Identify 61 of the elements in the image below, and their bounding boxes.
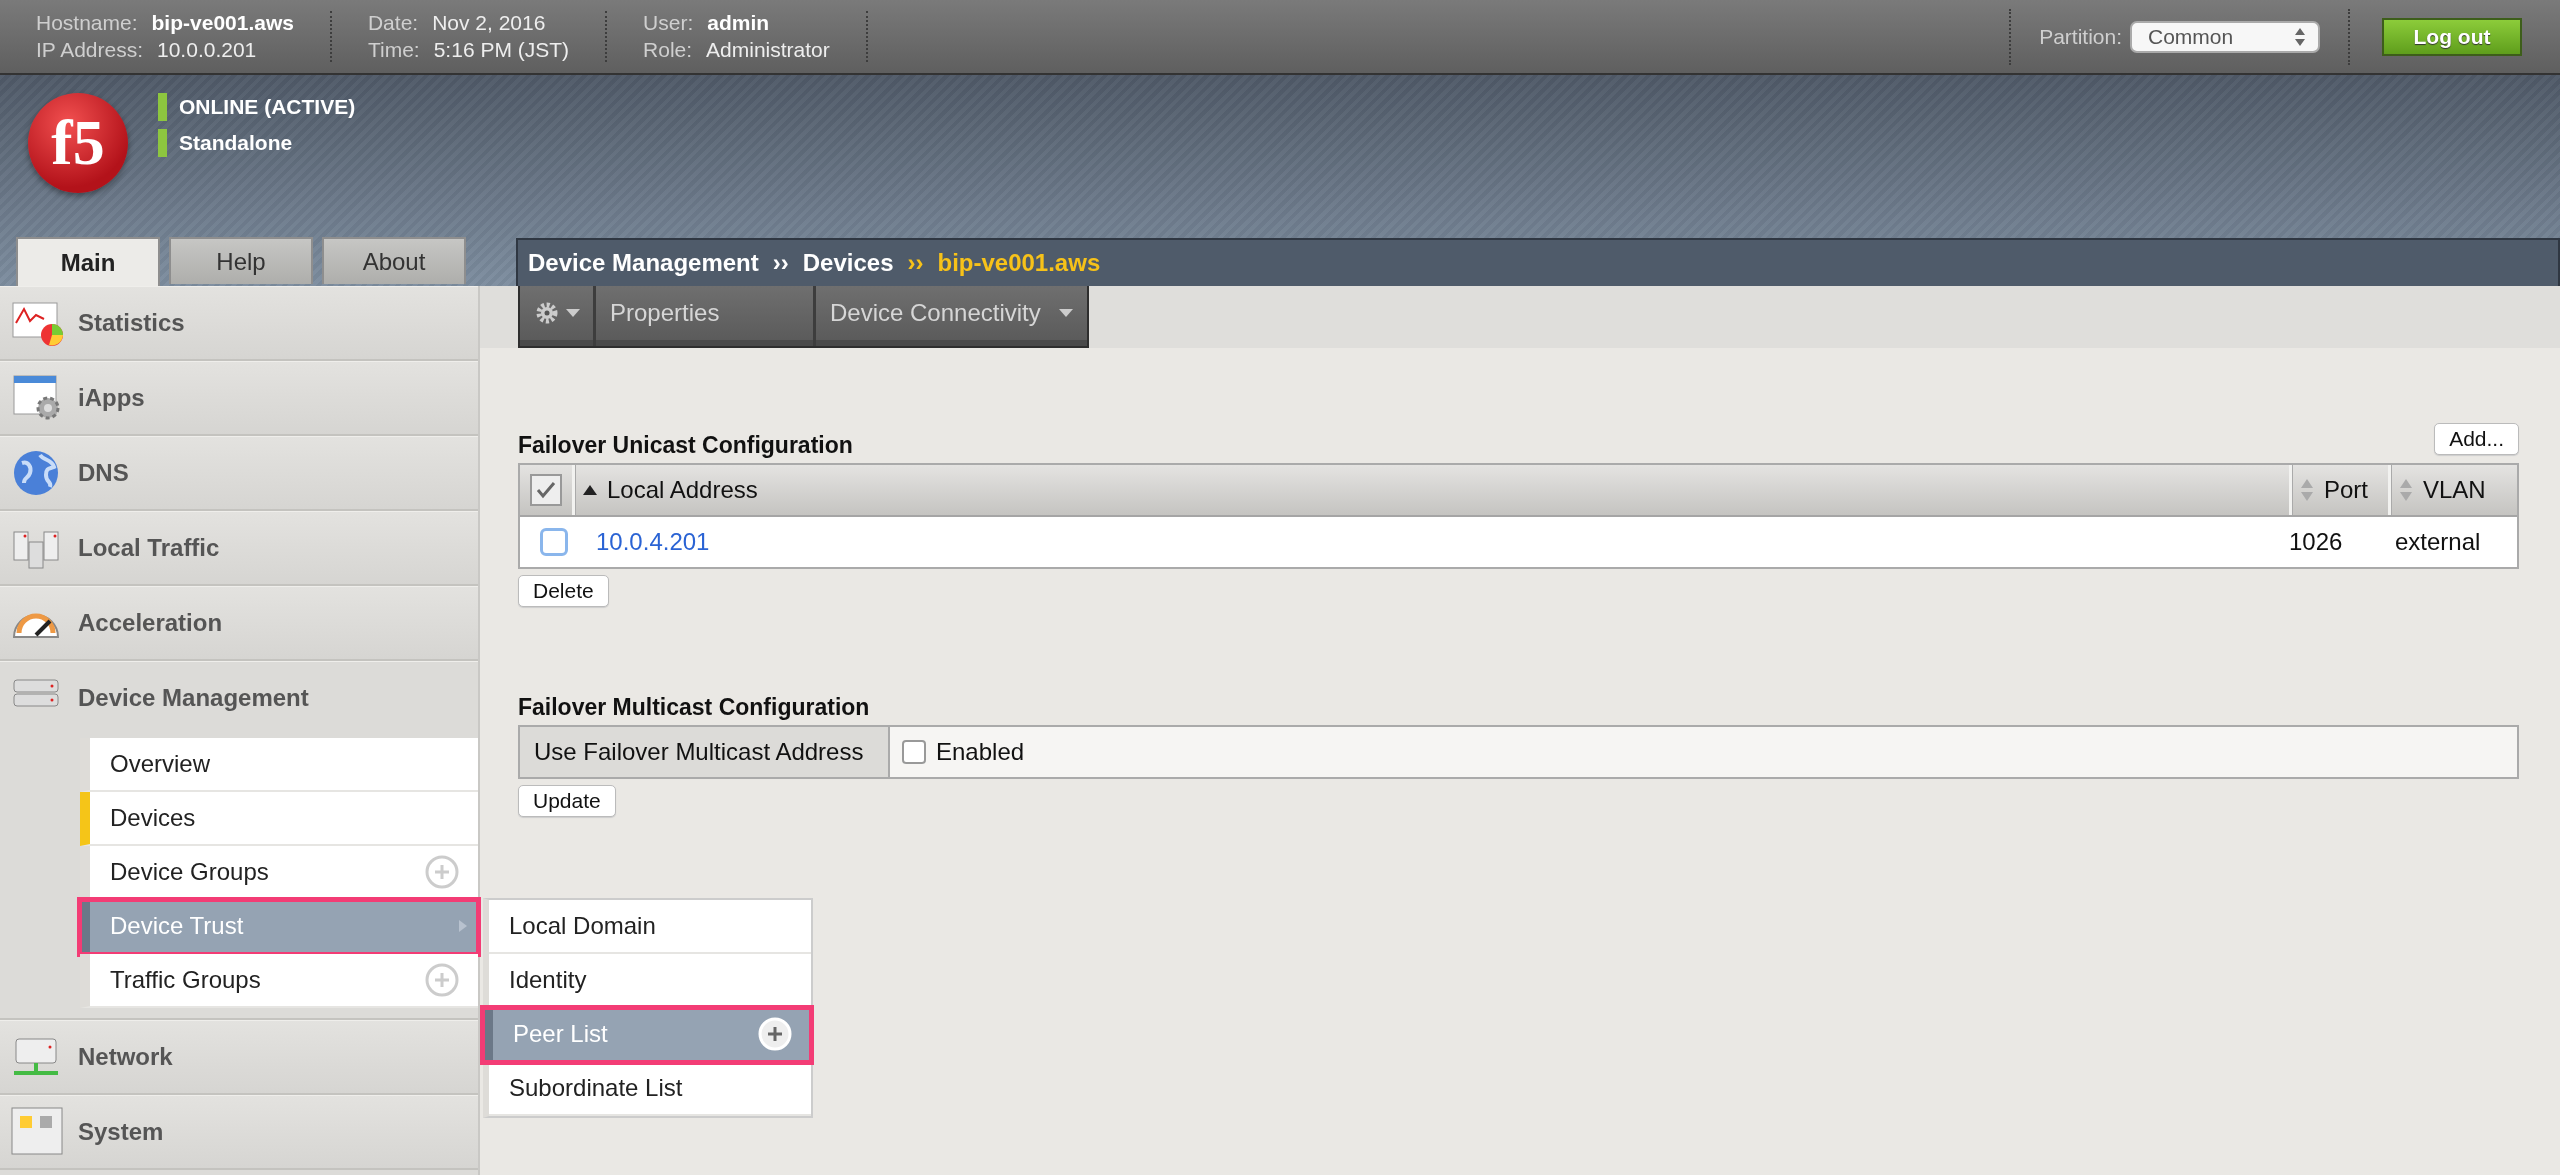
status-text: Standalone [179, 131, 293, 155]
submenu-item[interactable]: Device Groups [80, 846, 478, 900]
info-value: admin [707, 11, 770, 35]
info-label: Hostname: [36, 11, 138, 35]
partition-label: Partition: [2039, 24, 2122, 49]
status-indicator [158, 93, 167, 121]
section-title: Failover Multicast Configuration [518, 694, 870, 721]
table-cell-text: external [2394, 527, 2482, 557]
sidebar-item[interactable]: Local Traffic [0, 511, 478, 586]
section-title: Failover Unicast Configuration [518, 432, 853, 459]
toolbar-tab[interactable]: Properties [596, 286, 813, 346]
module-icon [10, 1106, 66, 1158]
delete-button[interactable]: Delete [518, 575, 609, 607]
info-label: Time: [367, 38, 420, 62]
breadcrumb-item[interactable]: Device Management [528, 249, 759, 277]
info-value: Administrator [706, 38, 830, 62]
sidebar-item[interactable]: DNS [0, 436, 478, 511]
sidebar-item[interactable]: System [0, 1095, 478, 1170]
address-link[interactable]: 10.0.4.201 [596, 528, 710, 556]
settings-menu-button[interactable] [520, 286, 593, 346]
sidebar-item[interactable]: Network [0, 1020, 478, 1095]
select-all-checkbox[interactable] [530, 474, 562, 506]
status-indicator [158, 129, 167, 157]
enabled-checkbox[interactable] [902, 740, 926, 764]
sidebar-item[interactable]: iApps [0, 361, 478, 436]
submenu-item[interactable]: Devices [80, 792, 478, 846]
status-text: ONLINE (ACTIVE) [179, 95, 356, 119]
nav-tab[interactable]: About [322, 237, 466, 284]
up-down-arrows-icon [2294, 26, 2306, 47]
info-value: 5:16 PM (JST) [433, 38, 570, 62]
field-label: Use Failover Multicast Address [520, 727, 890, 777]
submenu-item[interactable]: Traffic Groups [80, 954, 478, 1008]
submenu-item[interactable]: Overview [80, 738, 478, 792]
info-label: User: [643, 11, 694, 35]
info-value: bip-ve001.aws [151, 11, 294, 35]
nav-tab[interactable]: Help [169, 237, 313, 284]
add-button[interactable]: Add... [2434, 423, 2519, 455]
sidebar-item[interactable]: Statistics [0, 286, 478, 361]
flyout-item[interactable]: Subordinate List [489, 1062, 811, 1116]
info-label: IP Address: [36, 38, 143, 62]
breadcrumb-item: bip-ve001.aws [937, 249, 1101, 277]
breadcrumb-separator: ›› [772, 249, 789, 277]
info-label: Role: [643, 38, 693, 62]
breadcrumb-separator: ›› [907, 249, 924, 277]
info-label: Date: [367, 11, 419, 35]
flyout-item[interactable]: Local Domain [489, 900, 811, 954]
partition-select[interactable]: Common [2130, 20, 2320, 53]
sidebar-item[interactable]: Acceleration [0, 586, 478, 661]
info-value: 10.0.0.201 [157, 38, 257, 62]
nav-tab[interactable]: Main [16, 237, 160, 286]
logo: f5 [28, 93, 128, 193]
column-header[interactable]: VLAN [2391, 465, 2517, 515]
breadcrumb-item[interactable]: Devices [802, 249, 894, 277]
update-button[interactable]: Update [518, 785, 616, 817]
checkbox-label: Enabled [936, 738, 1025, 766]
toolbar-tab[interactable]: Device Connectivity [816, 286, 1087, 346]
row-checkbox[interactable] [540, 528, 568, 556]
caret-icon [565, 309, 580, 317]
table-cell-text: 1026 [2288, 527, 2344, 557]
checkmark-icon [536, 481, 556, 499]
info-value: Nov 2, 2016 [432, 11, 546, 35]
